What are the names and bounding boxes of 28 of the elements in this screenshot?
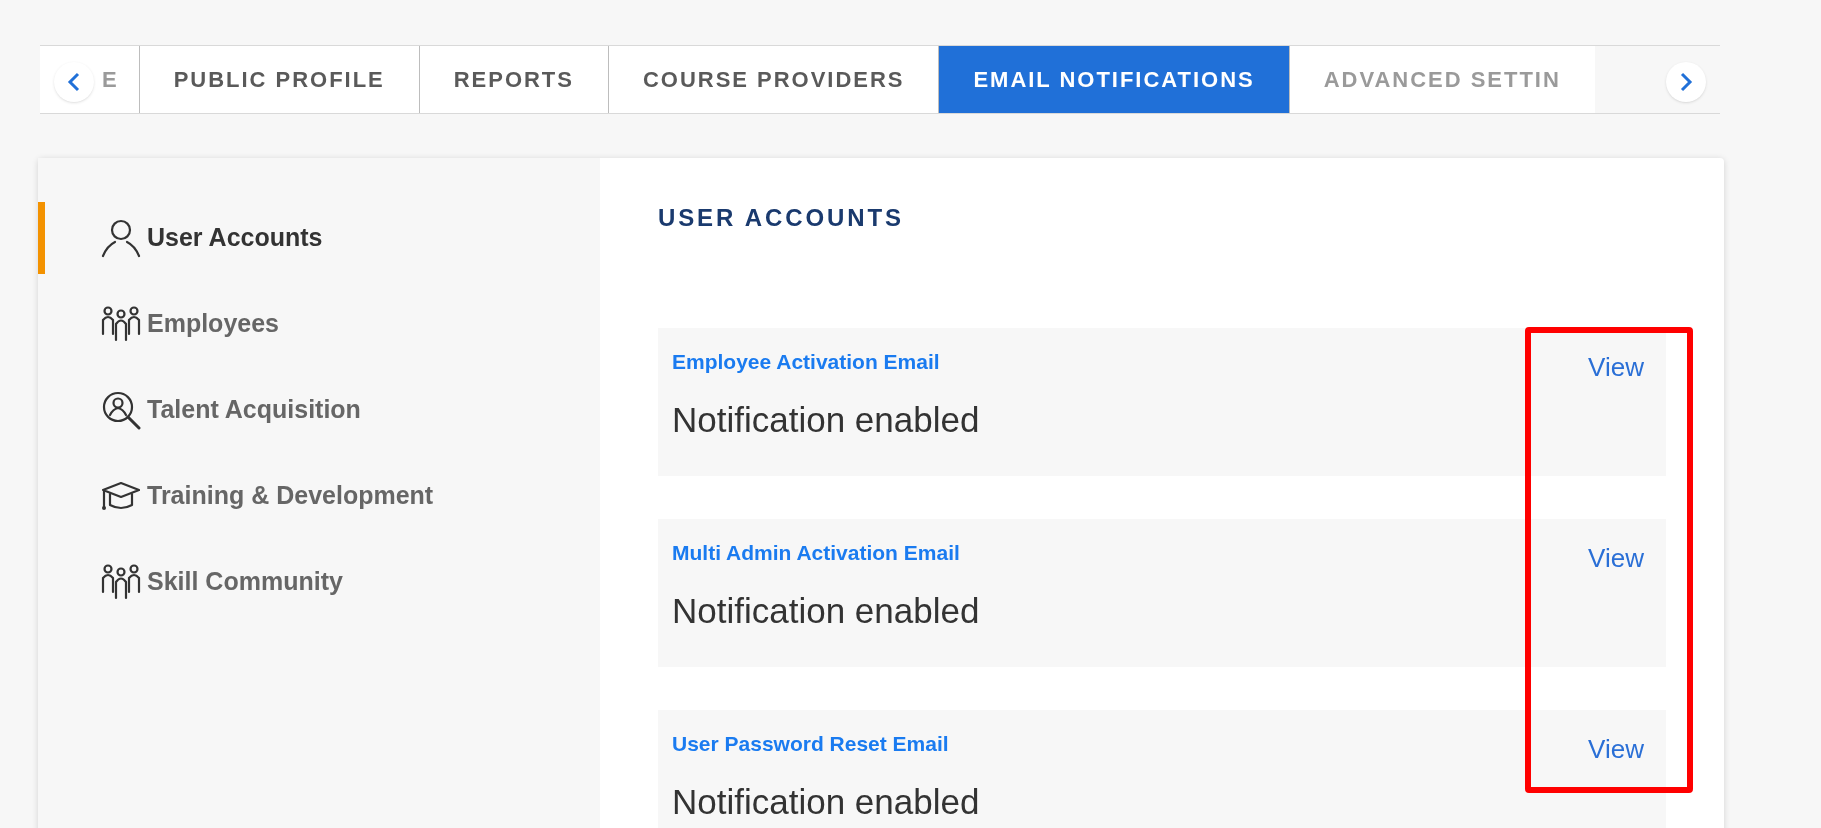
view-link[interactable]: View bbox=[1588, 539, 1644, 578]
tab[interactable]: PUBLIC PROFILE bbox=[138, 46, 419, 113]
notification-title[interactable]: User Password Reset Email bbox=[672, 728, 980, 760]
sidebar-item[interactable]: Talent Acquisition bbox=[38, 374, 600, 446]
notification-status: Notification enabled bbox=[672, 589, 980, 632]
people-icon bbox=[101, 564, 141, 600]
chevron-right-icon bbox=[1679, 72, 1693, 92]
notification-title[interactable]: Employee Activation Email bbox=[672, 346, 980, 378]
notification-status: Notification enabled bbox=[672, 398, 980, 441]
view-link[interactable]: View bbox=[1588, 348, 1644, 387]
notification-title[interactable]: Multi Admin Activation Email bbox=[672, 537, 980, 569]
scroll-right-button[interactable] bbox=[1666, 62, 1706, 102]
sidebar-item[interactable]: Employees bbox=[38, 288, 600, 360]
section-title: USER ACCOUNTS bbox=[658, 203, 905, 233]
sidebar-item[interactable]: Skill Community bbox=[38, 546, 600, 618]
tab[interactable]: ADVANCED SETTIN bbox=[1288, 46, 1595, 113]
tab[interactable]: REPORTS bbox=[418, 46, 608, 113]
user-icon bbox=[101, 218, 141, 258]
sidebar-item[interactable]: User Accounts bbox=[38, 202, 600, 274]
search-person-icon bbox=[101, 390, 141, 430]
view-link[interactable]: View bbox=[1588, 730, 1644, 769]
people-icon bbox=[101, 306, 141, 342]
notification-status: Notification enabled bbox=[672, 780, 980, 823]
sidebar-item[interactable]: Training & Development bbox=[38, 460, 600, 532]
tab[interactable]: COURSE PROVIDERS bbox=[607, 46, 939, 113]
graduation-cap-icon bbox=[101, 480, 141, 512]
chevron-left-icon bbox=[67, 72, 81, 92]
tab[interactable]: EMAIL NOTIFICATIONS bbox=[938, 46, 1289, 113]
